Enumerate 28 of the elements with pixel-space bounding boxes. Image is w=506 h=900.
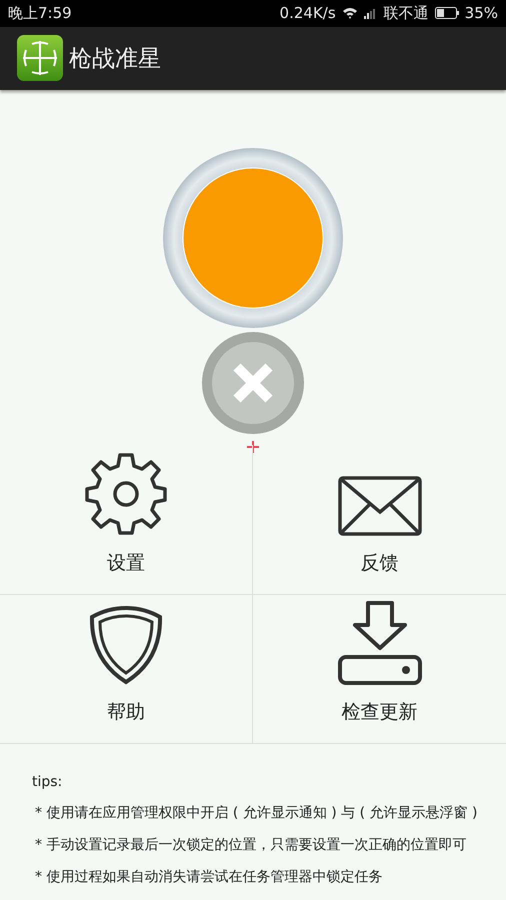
app-title: 枪战准星: [69, 44, 161, 74]
battery-icon: [434, 7, 459, 20]
plus-icon: [246, 440, 260, 454]
carrier-name: 联不通: [384, 4, 429, 23]
wifi-icon: [342, 7, 358, 20]
crosshair-app-icon: [17, 35, 63, 82]
tip-text: * 手动设置记录最后一次锁定的位置，只需要设置一次正确的位置即可: [35, 836, 468, 854]
network-speed: 0.24K/s: [280, 4, 336, 22]
tile-label: 反馈: [360, 551, 398, 576]
envelope-icon: [338, 476, 422, 536]
tile-label: 设置: [107, 551, 145, 576]
menu-tile[interactable]: 检查更新: [253, 595, 506, 744]
download-icon: [338, 601, 422, 685]
battery-level: 35%: [464, 4, 498, 22]
status-time: 晚上7:59: [8, 4, 72, 23]
tip-text: * 使用请在应用管理权限中开启 ( 允许显示通知 ) 与 ( 允许显示悬浮窗 ): [35, 804, 478, 822]
settings-icon: [84, 452, 168, 536]
menu-tile[interactable]: 帮助: [0, 595, 253, 744]
start-button[interactable]: [162, 147, 344, 329]
shield-icon: [89, 605, 163, 685]
tile-label: 帮助: [107, 700, 145, 725]
signal-icon: [364, 7, 378, 20]
menu-tile[interactable]: 设置: [0, 445, 253, 595]
tips-heading: tips:: [32, 774, 64, 790]
tile-label: 检查更新: [342, 700, 418, 725]
close-button[interactable]: [202, 332, 304, 434]
tip-text: * 使用过程如果自动消失请尝试在任务管理器中锁定任务: [35, 868, 384, 886]
menu-tile[interactable]: 反馈: [253, 445, 506, 595]
